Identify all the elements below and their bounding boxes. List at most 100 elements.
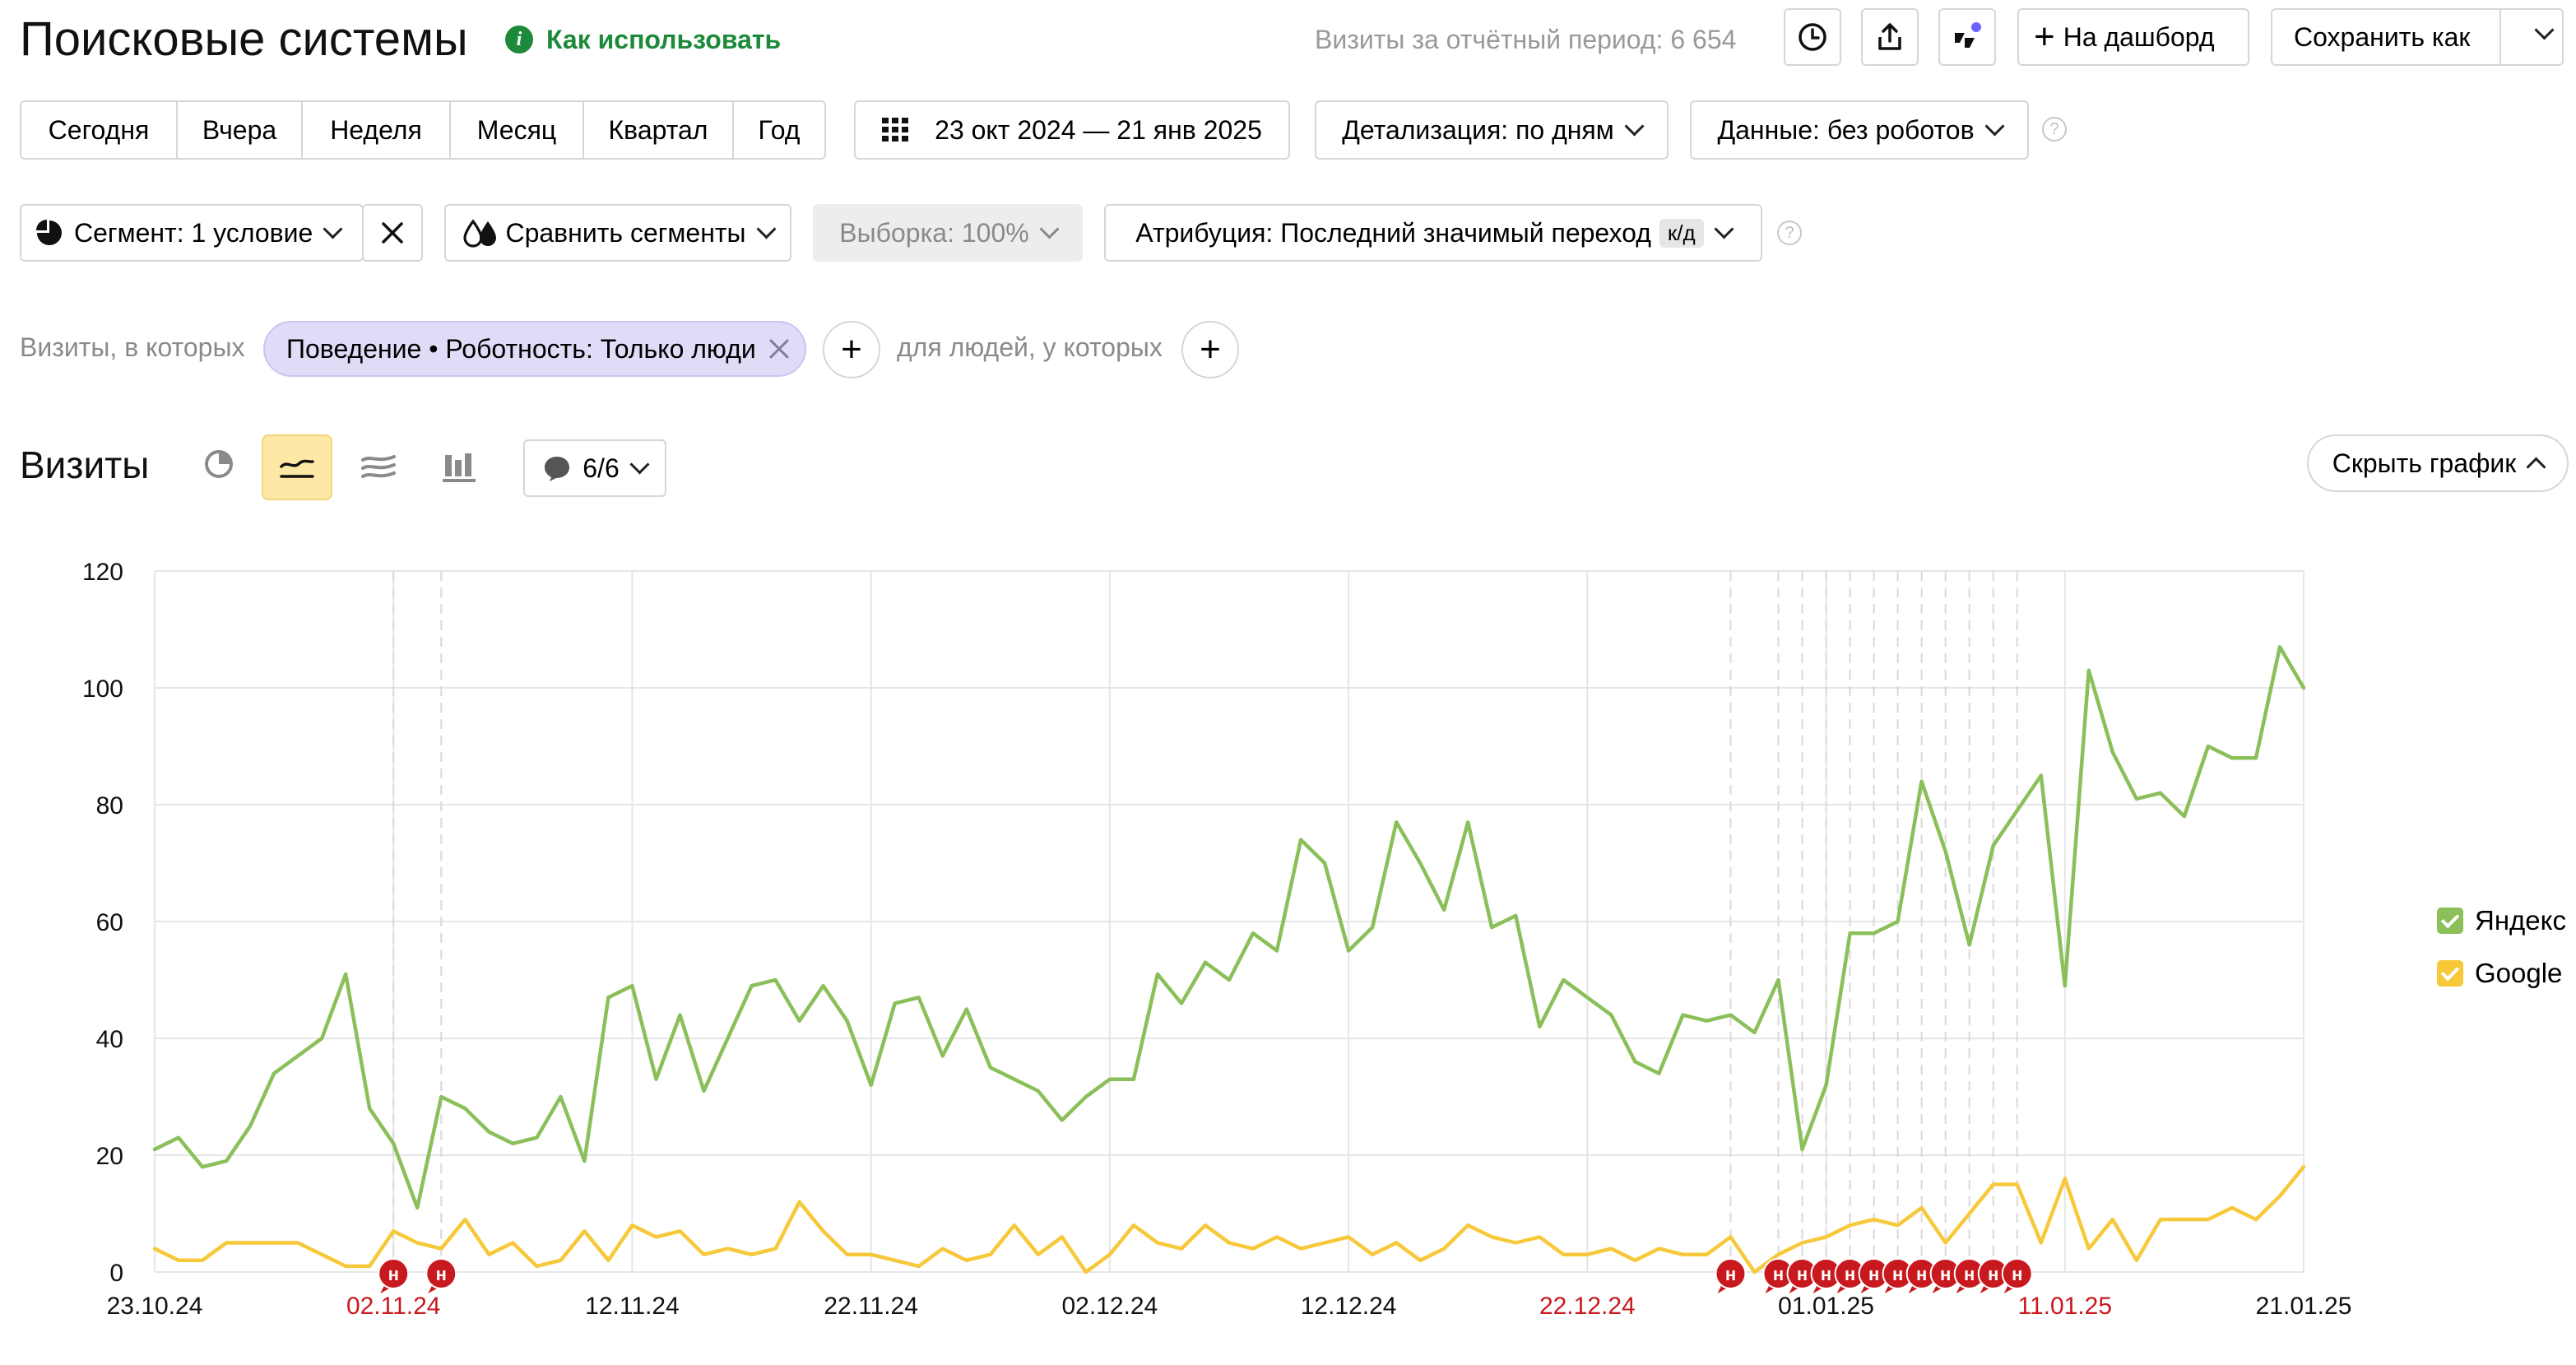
x-tick-label: 02.11.24	[346, 1293, 441, 1320]
plus-icon: +	[2034, 16, 2055, 57]
x-tick-label: 22.11.24	[824, 1293, 918, 1320]
close-icon	[382, 222, 403, 244]
chevron-down-icon[interactable]	[2534, 20, 2555, 40]
info-icon: i	[505, 26, 533, 53]
chevron-down-icon	[1039, 218, 1060, 239]
legend-item-google[interactable]: Google	[2437, 958, 2562, 989]
pie-segment-icon	[36, 220, 62, 245]
checkbox-icon	[2437, 960, 2463, 987]
tab-week[interactable]: Неделя	[303, 102, 451, 158]
data-filter-label: Данные: без роботов	[1717, 114, 1975, 145]
clear-segment-button[interactable]	[362, 204, 423, 262]
note-marker-label: н	[1725, 1264, 1736, 1284]
x-tick-label: 11.01.25	[2017, 1293, 2112, 1320]
note-marker-label: н	[2012, 1264, 2022, 1284]
legend-label: Яндекс	[2475, 905, 2566, 936]
note-marker-label: н	[1988, 1264, 1998, 1284]
note-marker-label: н	[1821, 1264, 1831, 1284]
legend-label: Google	[2475, 958, 2563, 988]
chevron-down-icon	[323, 218, 343, 239]
filter-chip[interactable]: Поведение • Роботность: Только люди	[263, 321, 806, 377]
compare-segments-label: Сравнить сегменты	[505, 217, 746, 248]
y-tick-label: 120	[82, 559, 123, 586]
note-marker-label: н	[1845, 1264, 1855, 1284]
x-tick-label: 12.11.24	[585, 1293, 680, 1320]
chevron-down-icon	[629, 453, 650, 475]
detalization-select[interactable]: Детализация: по дням	[1315, 100, 1669, 160]
note-marker-label: н	[1892, 1264, 1903, 1284]
segment-select[interactable]: Сегмент: 1 условие	[20, 204, 364, 262]
detalization-label: Детализация: по дням	[1342, 114, 1614, 145]
attribution-badge: к/д	[1659, 218, 1704, 248]
hide-chart-button[interactable]: Скрыть график	[2307, 434, 2569, 492]
export-button[interactable]	[1861, 8, 1919, 66]
y-tick-label: 40	[96, 1026, 123, 1053]
calendar-icon	[882, 118, 909, 142]
sampling-label: Выборка: 100%	[839, 217, 1029, 248]
save-as-button[interactable]: Сохранить как	[2271, 8, 2564, 66]
chevron-down-icon	[1984, 115, 2005, 137]
series-line-google	[152, 1164, 2306, 1274]
how-to-use-link[interactable]: i Как использовать	[505, 21, 781, 58]
date-range-label: 23 окт 2024 — 21 янв 2025	[935, 114, 1262, 145]
pie-chart-icon	[205, 450, 233, 478]
visits-line-chart: 0 20 40 60 80 100 120 23.10.24 02.11.24 12.11.24…	[82, 559, 2351, 1320]
y-tick-label: 20	[96, 1143, 123, 1170]
sampling-select: Выборка: 100%	[813, 204, 1083, 262]
segment-label: Сегмент: 1 условие	[74, 217, 313, 248]
note-marker-label: н	[1773, 1264, 1784, 1284]
share-icon	[1878, 23, 1901, 50]
help-icon[interactable]: ?	[2042, 117, 2067, 142]
note-marker-label: н	[1797, 1264, 1808, 1284]
chevron-down-icon	[756, 218, 777, 239]
note-marker-label: н	[1916, 1264, 1927, 1284]
data-filter-select[interactable]: Данные: без роботов	[1690, 100, 2029, 160]
compare-segments-button[interactable]: Сравнить сегменты	[444, 204, 791, 262]
help-icon[interactable]: ?	[1777, 221, 1802, 245]
subscriptions-button[interactable]	[1938, 8, 1996, 66]
note-marker[interactable]: н	[1715, 1258, 1747, 1293]
note-marker[interactable]: н	[378, 1258, 410, 1293]
chevron-down-icon	[1714, 218, 1734, 239]
add-people-condition-button[interactable]: +	[1181, 321, 1239, 378]
add-visit-condition-button[interactable]: +	[823, 321, 880, 378]
tab-today[interactable]: Сегодня	[21, 102, 178, 158]
save-as-label: Сохранить как	[2294, 21, 2471, 52]
legend-item-yandex[interactable]: Яндекс	[2437, 905, 2566, 936]
annotations-select[interactable]: 6/6	[523, 439, 666, 497]
save-as-divider	[2499, 10, 2501, 64]
chart-title: Визиты	[20, 443, 150, 486]
note-marker[interactable]: н	[2001, 1258, 2033, 1293]
note-marker-label: н	[1940, 1264, 1951, 1284]
chart-type-area-button[interactable]	[354, 443, 403, 492]
note-marker-label: н	[436, 1264, 447, 1284]
attribution-label: Атрибуция: Последний значимый переход	[1135, 217, 1651, 248]
chart-type-line-button[interactable]	[262, 434, 332, 500]
y-tick-label: 100	[82, 676, 123, 703]
x-tick-label: 01.01.25	[1778, 1293, 1874, 1320]
add-to-dashboard-button[interactable]: + На дашборд	[2017, 8, 2249, 66]
visits-period-summary: Визиты за отчётный период: 6 654	[1315, 25, 1737, 54]
note-marker-label: н	[388, 1264, 399, 1284]
x-tick-label: 02.12.24	[1061, 1293, 1158, 1320]
tab-month[interactable]: Месяц	[451, 102, 584, 158]
add-to-dashboard-label: На дашборд	[2063, 21, 2215, 52]
note-marker-label: н	[1964, 1264, 1975, 1284]
close-icon[interactable]	[768, 337, 791, 360]
tab-quarter[interactable]: Квартал	[584, 102, 734, 158]
checkbox-icon	[2437, 908, 2463, 934]
attribution-select[interactable]: Атрибуция: Последний значимый переход к/…	[1104, 204, 1762, 262]
tab-yesterday[interactable]: Вчера	[178, 102, 303, 158]
date-range-picker[interactable]: 23 окт 2024 — 21 янв 2025	[854, 100, 1290, 160]
tab-year[interactable]: Год	[734, 102, 824, 158]
feedback-icon	[1955, 21, 1983, 48]
x-tick-label: 12.12.24	[1301, 1293, 1397, 1320]
hide-chart-label: Скрыть график	[2332, 448, 2517, 478]
note-marker[interactable]: н	[425, 1258, 457, 1293]
bar-chart-icon	[443, 453, 476, 482]
history-button[interactable]	[1784, 8, 1841, 66]
visits-where-label: Визиты, в которых	[20, 332, 245, 362]
chart-type-pie-button[interactable]	[194, 439, 244, 489]
chart-type-bar-button[interactable]	[434, 443, 484, 492]
y-tick-label: 80	[96, 792, 123, 819]
